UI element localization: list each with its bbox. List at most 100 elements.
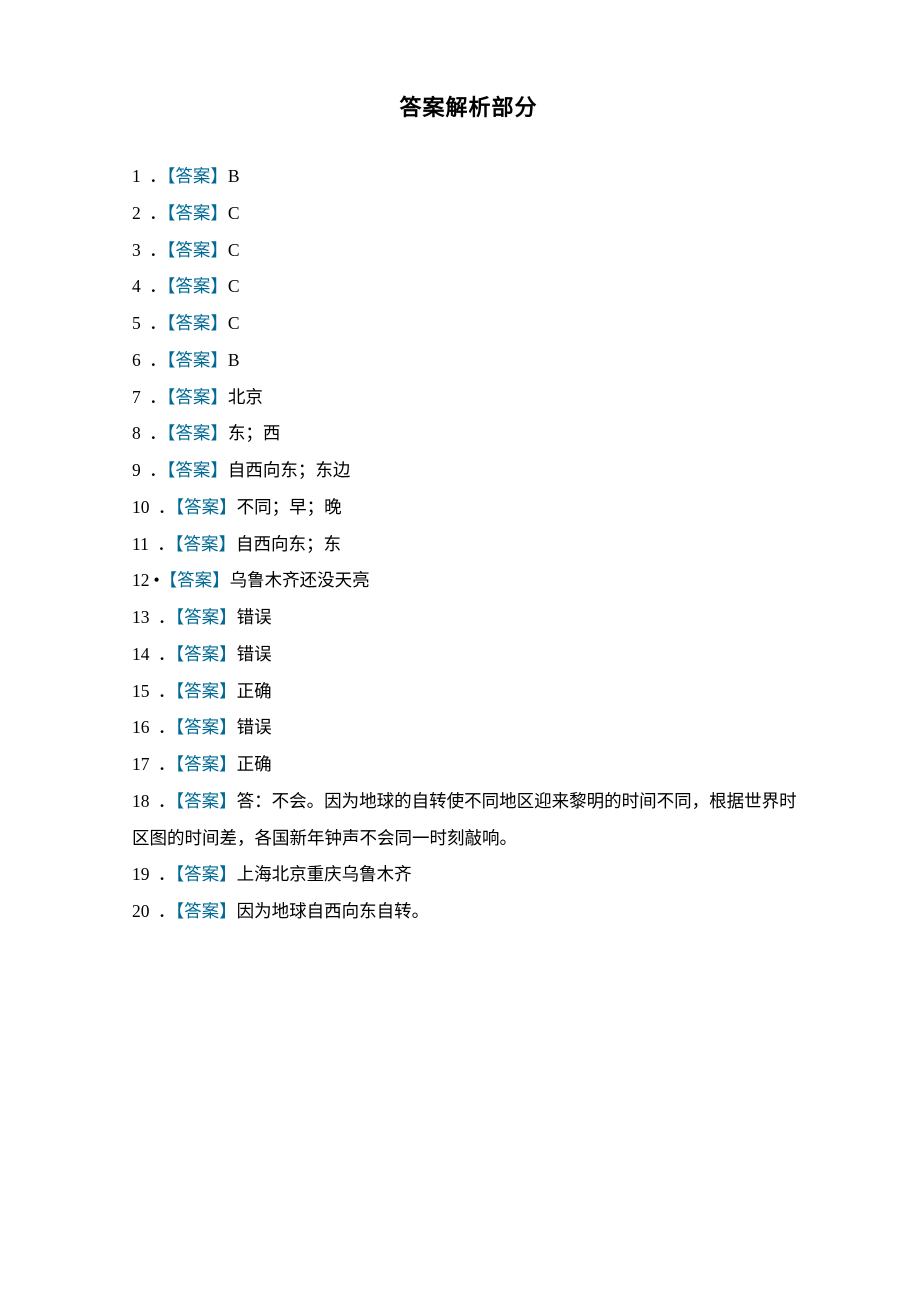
answer-content: 错误 xyxy=(237,607,272,627)
answer-item: 6 ．【答案】B xyxy=(132,342,805,379)
answer-content: 错误 xyxy=(237,644,272,664)
item-separator: ． xyxy=(158,681,176,701)
answer-item: 17 ．【答案】正确 xyxy=(132,746,805,783)
answer-label: 【答案】 xyxy=(167,166,228,186)
answer-content: C xyxy=(228,203,240,223)
answer-label: 【答案】 xyxy=(175,901,236,921)
answer-item: 4 ．【答案】C xyxy=(132,268,805,305)
item-separator: ． xyxy=(149,276,167,296)
item-number: 20 xyxy=(132,901,150,921)
answer-content: C xyxy=(228,313,240,333)
answer-content: 北京 xyxy=(228,387,263,407)
answer-item: 11 ．【答案】自西向东；东 xyxy=(132,526,805,563)
answer-label: 【答案】 xyxy=(167,350,228,370)
item-separator: ． xyxy=(149,166,167,186)
item-separator: ． xyxy=(158,607,176,627)
answer-label: 【答案】 xyxy=(160,570,230,590)
item-number: 4 xyxy=(132,276,141,296)
item-number: 11 xyxy=(132,534,149,554)
answer-label: 【答案】 xyxy=(167,276,228,296)
answer-content: 自西向东；东 xyxy=(236,534,341,554)
answer-content: 东；西 xyxy=(228,423,281,443)
item-number: 17 xyxy=(132,754,150,774)
item-separator: ． xyxy=(158,644,176,664)
answer-item: 12•【答案】乌鲁木齐还没天亮 xyxy=(132,562,805,599)
item-separator: ． xyxy=(158,791,176,811)
answer-item: 20 ．【答案】因为地球自西向东自转。 xyxy=(132,893,805,930)
item-number: 1 xyxy=(132,166,141,186)
item-number: 10 xyxy=(132,497,150,517)
answer-list: 1 ．【答案】B2 ．【答案】C3 ．【答案】C4 ．【答案】C5 ．【答案】C… xyxy=(132,158,805,930)
item-number: 9 xyxy=(132,460,141,480)
item-separator: ． xyxy=(149,350,167,370)
item-separator: ． xyxy=(149,203,167,223)
answer-label: 【答案】 xyxy=(167,387,228,407)
answer-content: 上海北京重庆乌鲁木齐 xyxy=(237,864,412,884)
answer-content: 错误 xyxy=(237,717,272,737)
answer-item: 10 ．【答案】不同；早；晚 xyxy=(132,489,805,526)
answer-label: 【答案】 xyxy=(167,203,228,223)
item-number: 18 xyxy=(132,791,150,811)
answer-item: 14 ．【答案】错误 xyxy=(132,636,805,673)
answer-label: 【答案】 xyxy=(175,534,236,554)
answer-label: 【答案】 xyxy=(175,717,236,737)
answer-item: 8 ．【答案】东；西 xyxy=(132,415,805,452)
item-separator: ． xyxy=(149,423,167,443)
answer-content: B xyxy=(228,350,240,370)
item-separator: ． xyxy=(158,497,176,517)
answer-label: 【答案】 xyxy=(175,754,236,774)
answer-label: 【答案】 xyxy=(167,460,228,480)
answer-content: 因为地球自西向东自转。 xyxy=(237,901,430,921)
page-title: 答案解析部分 xyxy=(132,90,805,122)
answer-item: 18 ．【答案】答：不会。因为地球的自转使不同地区迎来黎明的时间不同，根据世界时… xyxy=(132,783,805,857)
answer-item: 1 ．【答案】B xyxy=(132,158,805,195)
answer-item: 16 ．【答案】错误 xyxy=(132,709,805,746)
answer-label: 【答案】 xyxy=(175,497,236,517)
answer-item: 2 ．【答案】C xyxy=(132,195,805,232)
answer-label: 【答案】 xyxy=(167,240,228,260)
answer-label: 【答案】 xyxy=(167,313,228,333)
answer-content: C xyxy=(228,276,240,296)
answer-label: 【答案】 xyxy=(175,644,236,664)
answer-content: 不同；早；晚 xyxy=(237,497,342,517)
item-separator: ． xyxy=(158,754,176,774)
item-separator: ． xyxy=(158,901,176,921)
answer-item: 13 ．【答案】错误 xyxy=(132,599,805,636)
answer-item: 7 ．【答案】北京 xyxy=(132,379,805,416)
item-number: 14 xyxy=(132,644,150,664)
answer-label: 【答案】 xyxy=(175,864,236,884)
answer-content: B xyxy=(228,166,240,186)
answer-label: 【答案】 xyxy=(175,791,236,811)
page-container: 答案解析部分 1 ．【答案】B2 ．【答案】C3 ．【答案】C4 ．【答案】C5… xyxy=(0,0,920,990)
item-number: 5 xyxy=(132,313,141,333)
answer-item: 9 ．【答案】自西向东；东边 xyxy=(132,452,805,489)
answer-item: 5 ．【答案】C xyxy=(132,305,805,342)
item-separator: ． xyxy=(157,534,175,554)
item-number: 8 xyxy=(132,423,141,443)
answer-item: 15 ．【答案】正确 xyxy=(132,673,805,710)
answer-label: 【答案】 xyxy=(167,423,228,443)
item-number: 13 xyxy=(132,607,150,627)
item-number: 19 xyxy=(132,864,150,884)
item-number: 12 xyxy=(132,570,150,590)
answer-label: 【答案】 xyxy=(175,607,236,627)
answer-content: 正确 xyxy=(237,681,272,701)
item-number: 7 xyxy=(132,387,141,407)
answer-label: 【答案】 xyxy=(175,681,236,701)
item-number: 3 xyxy=(132,240,141,260)
item-separator: ． xyxy=(149,387,167,407)
item-number: 16 xyxy=(132,717,150,737)
item-separator: ． xyxy=(149,313,167,333)
item-separator: ． xyxy=(158,864,176,884)
item-number: 6 xyxy=(132,350,141,370)
item-separator: ． xyxy=(149,460,167,480)
answer-content: 乌鲁木齐还没天亮 xyxy=(230,570,370,590)
item-separator: ． xyxy=(158,717,176,737)
item-number: 2 xyxy=(132,203,141,223)
answer-content: 正确 xyxy=(237,754,272,774)
item-number: 15 xyxy=(132,681,150,701)
answer-item: 3 ．【答案】C xyxy=(132,232,805,269)
item-separator: ． xyxy=(149,240,167,260)
answer-item: 19 ．【答案】上海北京重庆乌鲁木齐 xyxy=(132,856,805,893)
answer-content: 自西向东；东边 xyxy=(228,460,351,480)
